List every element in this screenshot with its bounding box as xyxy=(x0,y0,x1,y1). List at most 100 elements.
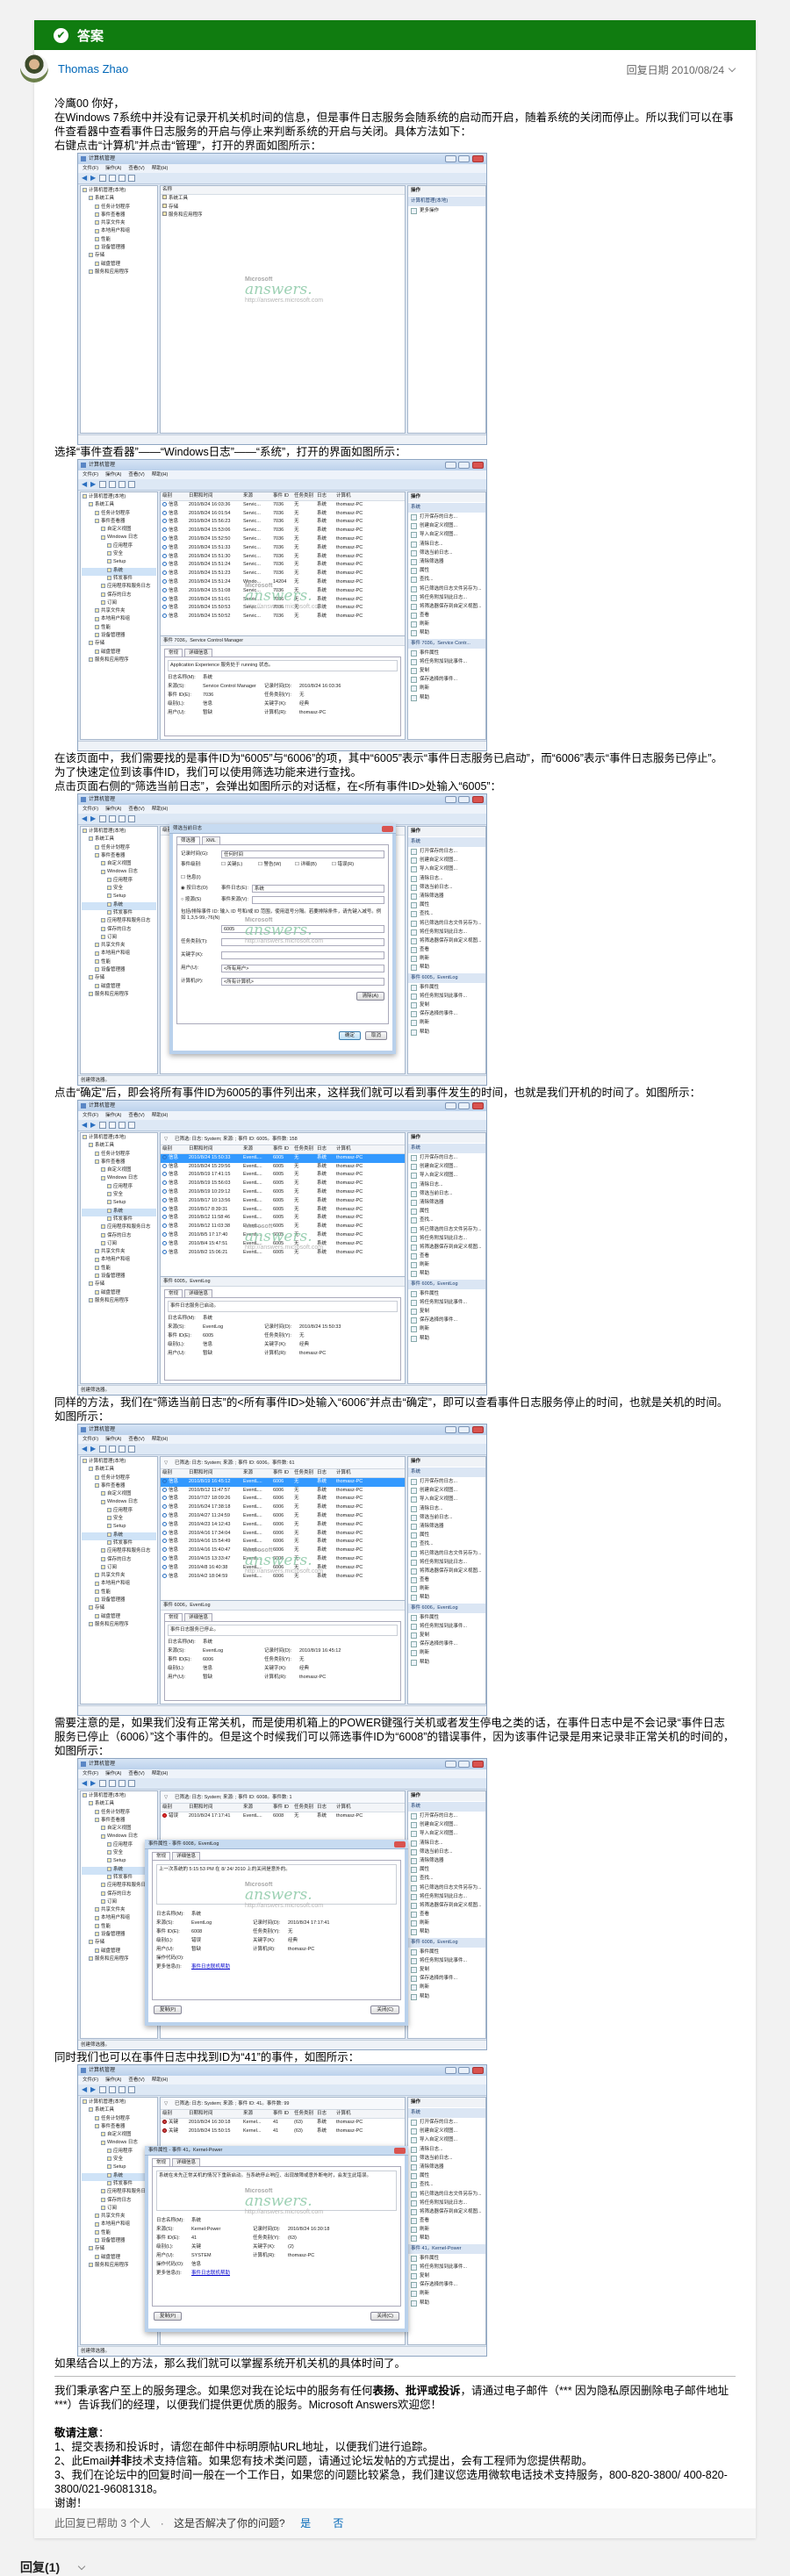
event-row[interactable]: 信息 2010/8/24 15:51:23 Servic... 7036 无系统 thom… xyxy=(161,570,405,578)
tree-item[interactable]: 系统 xyxy=(82,567,156,576)
tree-item[interactable]: 服务和应用程序 xyxy=(82,657,156,665)
tree-item[interactable]: 设备管理器 xyxy=(82,967,156,975)
action-item[interactable]: 清除筛选器 xyxy=(408,557,485,566)
action-item[interactable]: 事件属性 xyxy=(408,1613,485,1622)
event-row[interactable]: 信息 2010/8/12 11:58:46 EventL... 6005 无系统 thom… xyxy=(161,1214,405,1223)
event-row[interactable]: 信息 2010/8/24 16:01:54 Servic... 7036 无系统 thom… xyxy=(161,510,405,519)
event-row[interactable]: 信息 2010/4/16 15:54:49 EventL... 6006 无系统 thom… xyxy=(161,1538,405,1546)
menu-item[interactable]: 操作(A) xyxy=(105,472,121,477)
action-item[interactable]: 将任务附加到此事件... xyxy=(408,1956,485,1965)
action-item[interactable]: 打开保存的日志... xyxy=(408,513,485,521)
action-group-header[interactable]: 事件 6005，EventLog xyxy=(408,1279,485,1289)
column-header[interactable]: 任务类别 xyxy=(292,1804,315,1812)
action-item[interactable]: 帮助 xyxy=(408,693,485,702)
help-icon[interactable] xyxy=(118,2086,126,2093)
minimize-button[interactable] xyxy=(445,1426,456,1433)
action-group-header[interactable]: 事件 6005，EventLog xyxy=(408,972,485,983)
column-header[interactable]: 日志 xyxy=(315,1145,334,1153)
menu-item[interactable]: 文件(F) xyxy=(83,1113,98,1118)
tree-item[interactable]: 计算机管理(本地) xyxy=(82,494,156,502)
close-button[interactable] xyxy=(394,2148,406,2154)
help-icon[interactable] xyxy=(118,1122,126,1129)
event-row[interactable]: 关键 2010/8/24 16:30:18 Kernel... 41 (63) 系统 tho… xyxy=(161,2119,405,2128)
action-item[interactable]: 打开保存的日志... xyxy=(408,1153,485,1162)
action-group-header[interactable]: 系统 xyxy=(408,1144,485,1153)
action-item[interactable]: 清除日志... xyxy=(408,1180,485,1189)
event-row[interactable]: 信息 2010/8/17 8:39:31 EventL... 6005 无系统 thoma… xyxy=(161,1206,405,1215)
up-icon[interactable] xyxy=(99,815,106,822)
event-row[interactable]: 信息 2010/4/8 16:40:38 EventL... 6006 无系统 thoma… xyxy=(161,1564,405,1573)
action-item[interactable]: 将已筛选的日志文件另存为... xyxy=(408,1549,485,1558)
action-item[interactable]: 事件属性 xyxy=(408,2254,485,2263)
action-item[interactable]: 帮助 xyxy=(408,1028,485,1037)
event-row[interactable]: 信息 2010/7/27 18:09:26 EventL... 6006 无系统 thom… xyxy=(161,1495,405,1503)
action-item[interactable]: 清除日志... xyxy=(408,2145,485,2154)
action-item[interactable]: 创建自定义视图... xyxy=(408,1820,485,1829)
action-item[interactable]: 筛选当前日志... xyxy=(408,549,485,557)
forward-arrow-icon[interactable]: ▶ xyxy=(90,175,97,182)
action-item[interactable]: 将任务附加到此日志... xyxy=(408,1558,485,1567)
menu-item[interactable]: 文件(F) xyxy=(83,1437,98,1442)
tree-item[interactable]: 本地用户和组 xyxy=(82,1581,156,1589)
tree-item[interactable]: 任务计划程序 xyxy=(82,1152,156,1159)
action-item[interactable]: 导入自定义视图... xyxy=(408,865,485,873)
event-row[interactable]: 信息 2010/8/24 15:50:52 Servic... 7036 无系统 thom… xyxy=(161,613,405,621)
show-hide-tree-icon[interactable] xyxy=(109,1446,116,1453)
action-group-header[interactable]: 系统 xyxy=(408,1802,485,1812)
event-row[interactable]: 信息 2010/6/24 17:38:18 EventL... 6006 无系统 thom… xyxy=(161,1503,405,1512)
menu-item[interactable]: 操作(A) xyxy=(105,1113,121,1118)
tree-item[interactable]: 性能 xyxy=(82,237,156,245)
action-item[interactable]: 查看 xyxy=(408,611,485,620)
column-header[interactable]: 计算机 xyxy=(334,1804,387,1812)
action-item[interactable]: 保存选择的事件... xyxy=(408,2280,485,2289)
action-item[interactable]: 复制 xyxy=(408,666,485,675)
tree-item[interactable]: 应用程序和服务日志 xyxy=(82,584,156,592)
close-button[interactable] xyxy=(472,1761,484,1768)
back-arrow-icon[interactable]: ◀ xyxy=(82,175,88,182)
event-row[interactable]: 信息 2010/8/5 17:17:40 EventL... 6005 无系统 thoma… xyxy=(161,1231,405,1240)
event-row[interactable]: 信息 2010/8/24 15:53:06 Servic... 7036 无系统 thom… xyxy=(161,527,405,535)
tree-item[interactable]: 计算机管理(本地) xyxy=(82,188,156,196)
minimize-button[interactable] xyxy=(445,796,456,803)
tree-item[interactable]: 存储 xyxy=(82,1605,156,1613)
action-item[interactable]: 将任务附加到此事件... xyxy=(408,657,485,666)
action-group-header[interactable]: 事件 7036，Service Contr... xyxy=(408,638,485,649)
user-input[interactable]: <所有用户> xyxy=(221,965,384,972)
tree-item[interactable]: 任务计划程序 xyxy=(82,2116,156,2124)
tree-item[interactable]: 设备管理器 xyxy=(82,245,156,253)
tab[interactable]: 筛选器 xyxy=(176,836,200,844)
column-header[interactable]: 日期和时间 xyxy=(187,1145,241,1153)
tree-item[interactable]: 计算机管理(本地) xyxy=(82,1459,156,1467)
event-row[interactable]: 信息 2010/8/12 11:03:38 EventL... 6005 无系统 thom… xyxy=(161,1223,405,1231)
event-row[interactable]: 服务和应用程序 xyxy=(161,212,405,220)
close-button[interactable] xyxy=(472,462,484,469)
action-item[interactable]: 打开保存的日志... xyxy=(408,2118,485,2127)
action-item[interactable]: 保存选择的事件... xyxy=(408,1640,485,1648)
event-row[interactable]: 信息 2010/4/2 18:04:59 EventL... 6006 无系统 thoma… xyxy=(161,1573,405,1582)
tree-item[interactable]: 设备管理器 xyxy=(82,633,156,641)
tree-item[interactable]: 性能 xyxy=(82,959,156,967)
action-item[interactable]: 查看 xyxy=(408,2216,485,2225)
tree-item[interactable]: Windows 日志 xyxy=(82,535,156,542)
action-item[interactable]: 刷新 xyxy=(408,2225,485,2234)
event-row[interactable]: 信息 2010/8/24 15:51:30 Servic... 7036 无系统 thom… xyxy=(161,553,405,562)
tree-item[interactable]: 性能 xyxy=(82,1589,156,1597)
tree-item[interactable]: 本地用户和组 xyxy=(82,951,156,958)
action-group-header[interactable]: 系统 xyxy=(408,837,485,847)
action-item[interactable]: 属性 xyxy=(408,901,485,909)
tree-item[interactable]: 计算机管理(本地) xyxy=(82,1135,156,1143)
close-button[interactable] xyxy=(382,826,393,832)
tree-item[interactable]: 订阅 xyxy=(82,1241,156,1249)
tab[interactable]: 详细信息 xyxy=(184,1289,213,1297)
clear-button[interactable]: 清除(A) xyxy=(356,992,384,1001)
menu-item[interactable]: 查看(V) xyxy=(128,1771,144,1776)
action-item[interactable]: 刷新 xyxy=(408,1018,485,1027)
replies-toggle[interactable]: 回复(1) xyxy=(20,2558,86,2576)
tree-item[interactable]: Windows 日志 xyxy=(82,1175,156,1183)
event-row[interactable]: 信息 2010/8/2 15:06:21 EventL... 6005 无系统 thoma… xyxy=(161,1249,405,1258)
action-item[interactable]: 帮助 xyxy=(408,2234,485,2242)
action-item[interactable]: 筛选当前日志... xyxy=(408,1848,485,1856)
reply-date[interactable]: 回复日期 2010/08/24 xyxy=(627,62,736,77)
action-item[interactable]: 刷新 xyxy=(408,1983,485,1991)
menu-item[interactable]: 查看(V) xyxy=(128,807,144,812)
